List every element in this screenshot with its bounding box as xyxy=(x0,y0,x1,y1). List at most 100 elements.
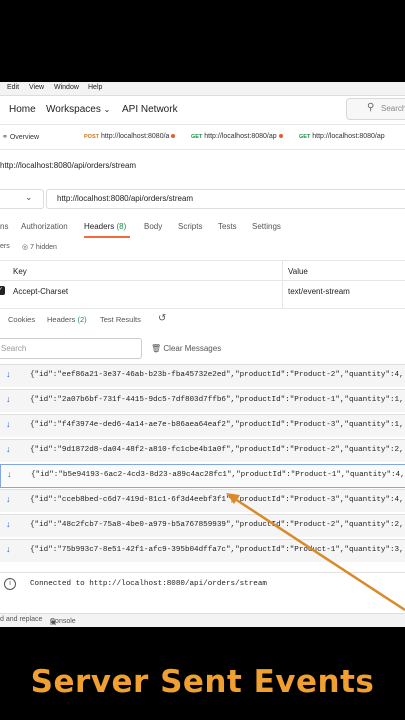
top-navigation: Home Workspaces ⌄ API Network ⚲ Search xyxy=(0,96,405,125)
clear-messages-button[interactable]: 🗑 Clear Messages xyxy=(151,344,221,353)
message-text: {"id":"cceb8bed-c6d7-419d-81c1-6f3d4eebf… xyxy=(30,496,404,504)
arrow-down-icon: ↓ xyxy=(7,469,12,479)
arrow-down-icon: ↓ xyxy=(6,419,11,429)
message-search-input[interactable]: Search xyxy=(0,338,142,359)
header-key-cell[interactable]: Accept-Charset xyxy=(13,287,68,296)
column-value: Value xyxy=(288,267,308,276)
message-text: {"id":"9d1872d8-da04-48f2-a810-fc1cbe4b1… xyxy=(30,446,404,454)
message-list: ↓ {"id":"eef86a21-3e37-46ab-b23b-fba45732… xyxy=(0,364,405,569)
column-key: Key xyxy=(13,267,27,276)
tab-tests[interactable]: Tests xyxy=(218,222,237,231)
headers-count: (8) xyxy=(116,222,127,231)
url-bar: ⌄ http://localhost:8080/api/orders/strea… xyxy=(0,186,405,210)
header-value-cell[interactable]: text/event-stream xyxy=(288,287,350,296)
tab-get-request-active[interactable]: GET http://localhost:8080/ap xyxy=(299,133,385,140)
tab-url: http://localhost:8080/ap xyxy=(204,133,277,140)
response-tabs: Cookies Headers (2) Test Results ↺ xyxy=(0,308,405,331)
messages-toolbar: Search 🗑 Clear Messages xyxy=(0,336,405,362)
nav-workspaces-label: Workspaces xyxy=(46,104,101,115)
unsaved-dot-icon xyxy=(278,134,283,139)
menu-view[interactable]: View xyxy=(29,84,44,91)
chevron-down-icon: ⌄ xyxy=(25,192,33,202)
connection-status: i Connected to http://localhost:8080/api… xyxy=(0,572,405,597)
tab-method: GET xyxy=(191,134,203,140)
message-row[interactable]: ↓ {"id":"2a07b6bf-731f-4415-9dc5-7df803d7… xyxy=(0,389,405,412)
tab-headers-label: Headers xyxy=(84,222,115,231)
url-input[interactable]: http://localhost:8080/api/orders/stream xyxy=(46,189,405,209)
search-icon: ⚲ xyxy=(367,102,375,113)
active-tab-indicator xyxy=(84,236,130,238)
tab-get-request[interactable]: GET http://localhost:8080/ap xyxy=(191,133,283,140)
tab-body[interactable]: Body xyxy=(144,222,162,231)
url-input-value: http://localhost:8080/api/orders/stream xyxy=(57,194,194,203)
eye-icon: ◎ xyxy=(22,244,29,251)
tab-method: GET xyxy=(299,134,311,140)
tab-settings[interactable]: Settings xyxy=(252,222,281,231)
response-headers-count: (2) xyxy=(77,315,87,324)
message-text: {"id":"2a07b6bf-731f-4415-9dc5-7df803d7f… xyxy=(30,396,404,404)
chevron-down-icon: ⌄ xyxy=(103,105,111,114)
overview-icon: ⚭ xyxy=(2,134,8,141)
find-replace-button[interactable]: d and replace xyxy=(0,616,42,623)
column-divider xyxy=(282,260,283,315)
message-text: {"id":"b5e94193-6ac2-4cd3-8d23-a89c4ac28… xyxy=(31,471,405,479)
tab-cookies[interactable]: Cookies xyxy=(8,315,35,324)
message-text: {"id":"eef86a21-3e37-46ab-b23b-fba45732e… xyxy=(30,371,404,379)
arrow-down-icon: ↓ xyxy=(6,444,11,454)
arrow-down-icon: ↓ xyxy=(6,394,11,404)
global-search-placeholder: Search xyxy=(381,104,405,113)
hidden-headers-toggle[interactable]: ◎ 7 hidden xyxy=(22,243,57,251)
message-row[interactable]: ↓ {"id":"9d1872d8-da04-48f2-a810-fc1cbe4b… xyxy=(0,439,405,462)
message-row[interactable]: ↓ {"id":"75b993c7-8e51-42f1-afc9-395b04df… xyxy=(0,539,405,562)
tab-response-headers-label: Headers xyxy=(47,315,76,324)
message-row-selected[interactable]: ↓ {"id":"b5e94193-6ac2-4cd3-8d23-a89c4ac2… xyxy=(0,464,405,488)
message-row[interactable]: ↓ {"id":"cceb8bed-c6d7-419d-81c1-6f3d4eeb… xyxy=(0,489,405,512)
request-title: http://localhost:8080/api/orders/stream xyxy=(0,161,137,170)
global-search[interactable]: ⚲ Search xyxy=(346,98,405,120)
video-caption: Server Sent Events xyxy=(30,664,375,700)
message-text: {"id":"75b993c7-8e51-42f1-afc9-395b04dff… xyxy=(30,546,404,554)
status-footer: d and replace ▣ Console xyxy=(0,613,405,627)
headers-section-label: ers xyxy=(0,243,10,250)
message-row[interactable]: ↓ {"id":"48c2fcb7-75a8-4be0-a979-b5a76785… xyxy=(0,514,405,537)
tab-scripts[interactable]: Scripts xyxy=(178,222,202,231)
menu-window[interactable]: Window xyxy=(54,84,79,91)
nav-workspaces[interactable]: Workspaces ⌄ xyxy=(46,104,110,115)
tab-url: http://localhost:8080/ap xyxy=(312,133,385,140)
request-subtabs: ns Authorization Headers (8) Body Script… xyxy=(0,216,405,238)
header-enabled-checkbox[interactable]: ✓ xyxy=(0,286,5,295)
nav-api-network[interactable]: API Network xyxy=(122,104,178,115)
menu-edit[interactable]: Edit xyxy=(7,84,19,91)
table-row: ✓ Accept-Charset text/event-stream xyxy=(0,280,405,301)
tab-authorization[interactable]: Authorization xyxy=(21,222,68,231)
message-row[interactable]: ↓ {"id":"eef86a21-3e37-46ab-b23b-fba45732… xyxy=(0,364,405,387)
table-header-row: Key Value xyxy=(0,260,405,281)
connection-status-text: Connected to http://localhost:8080/api/o… xyxy=(30,580,267,588)
tab-overview-label: Overview xyxy=(9,134,40,141)
history-icon[interactable]: ↺ xyxy=(158,313,166,324)
headers-table: Key Value ✓ Accept-Charset text/event-st… xyxy=(0,260,405,315)
arrow-down-icon: ↓ xyxy=(6,369,11,379)
arrow-down-icon: ↓ xyxy=(6,544,11,554)
tab-headers[interactable]: Headers (8) xyxy=(84,222,126,231)
hidden-headers-label: 7 hidden xyxy=(30,244,57,251)
unsaved-dot-icon xyxy=(171,134,176,139)
tab-url: http://localhost:8080/a xyxy=(100,133,170,140)
message-text: {"id":"f4f3974e-ded6-4a14-ae7e-b86aea64e… xyxy=(30,421,404,429)
clear-messages-label: Clear Messages xyxy=(163,344,222,353)
headers-hidden-row: ers ◎ 7 hidden xyxy=(0,240,405,258)
tab-params[interactable]: ns xyxy=(0,222,8,231)
trash-icon: 🗑 xyxy=(151,344,162,353)
menu-help[interactable]: Help xyxy=(88,84,102,91)
method-select[interactable]: ⌄ xyxy=(0,189,44,209)
menu-bar: Edit View Window Help xyxy=(0,82,405,96)
message-row[interactable]: ↓ {"id":"f4f3974e-ded6-4a14-ae7e-b86aea64… xyxy=(0,414,405,437)
request-tab-bar: ⚭ Overview POST http://localhost:8080/a … xyxy=(0,125,405,150)
tab-overview[interactable]: ⚭ Overview xyxy=(2,133,39,141)
tab-post-request[interactable]: POST http://localhost:8080/a xyxy=(84,133,176,140)
tab-test-results[interactable]: Test Results xyxy=(100,315,141,324)
arrow-down-icon: ↓ xyxy=(6,519,11,529)
tab-response-headers[interactable]: Headers (2) xyxy=(47,315,87,324)
nav-home[interactable]: Home xyxy=(9,104,36,115)
message-text: {"id":"48c2fcb7-75a8-4be0-a979-b5a767859… xyxy=(30,521,404,529)
